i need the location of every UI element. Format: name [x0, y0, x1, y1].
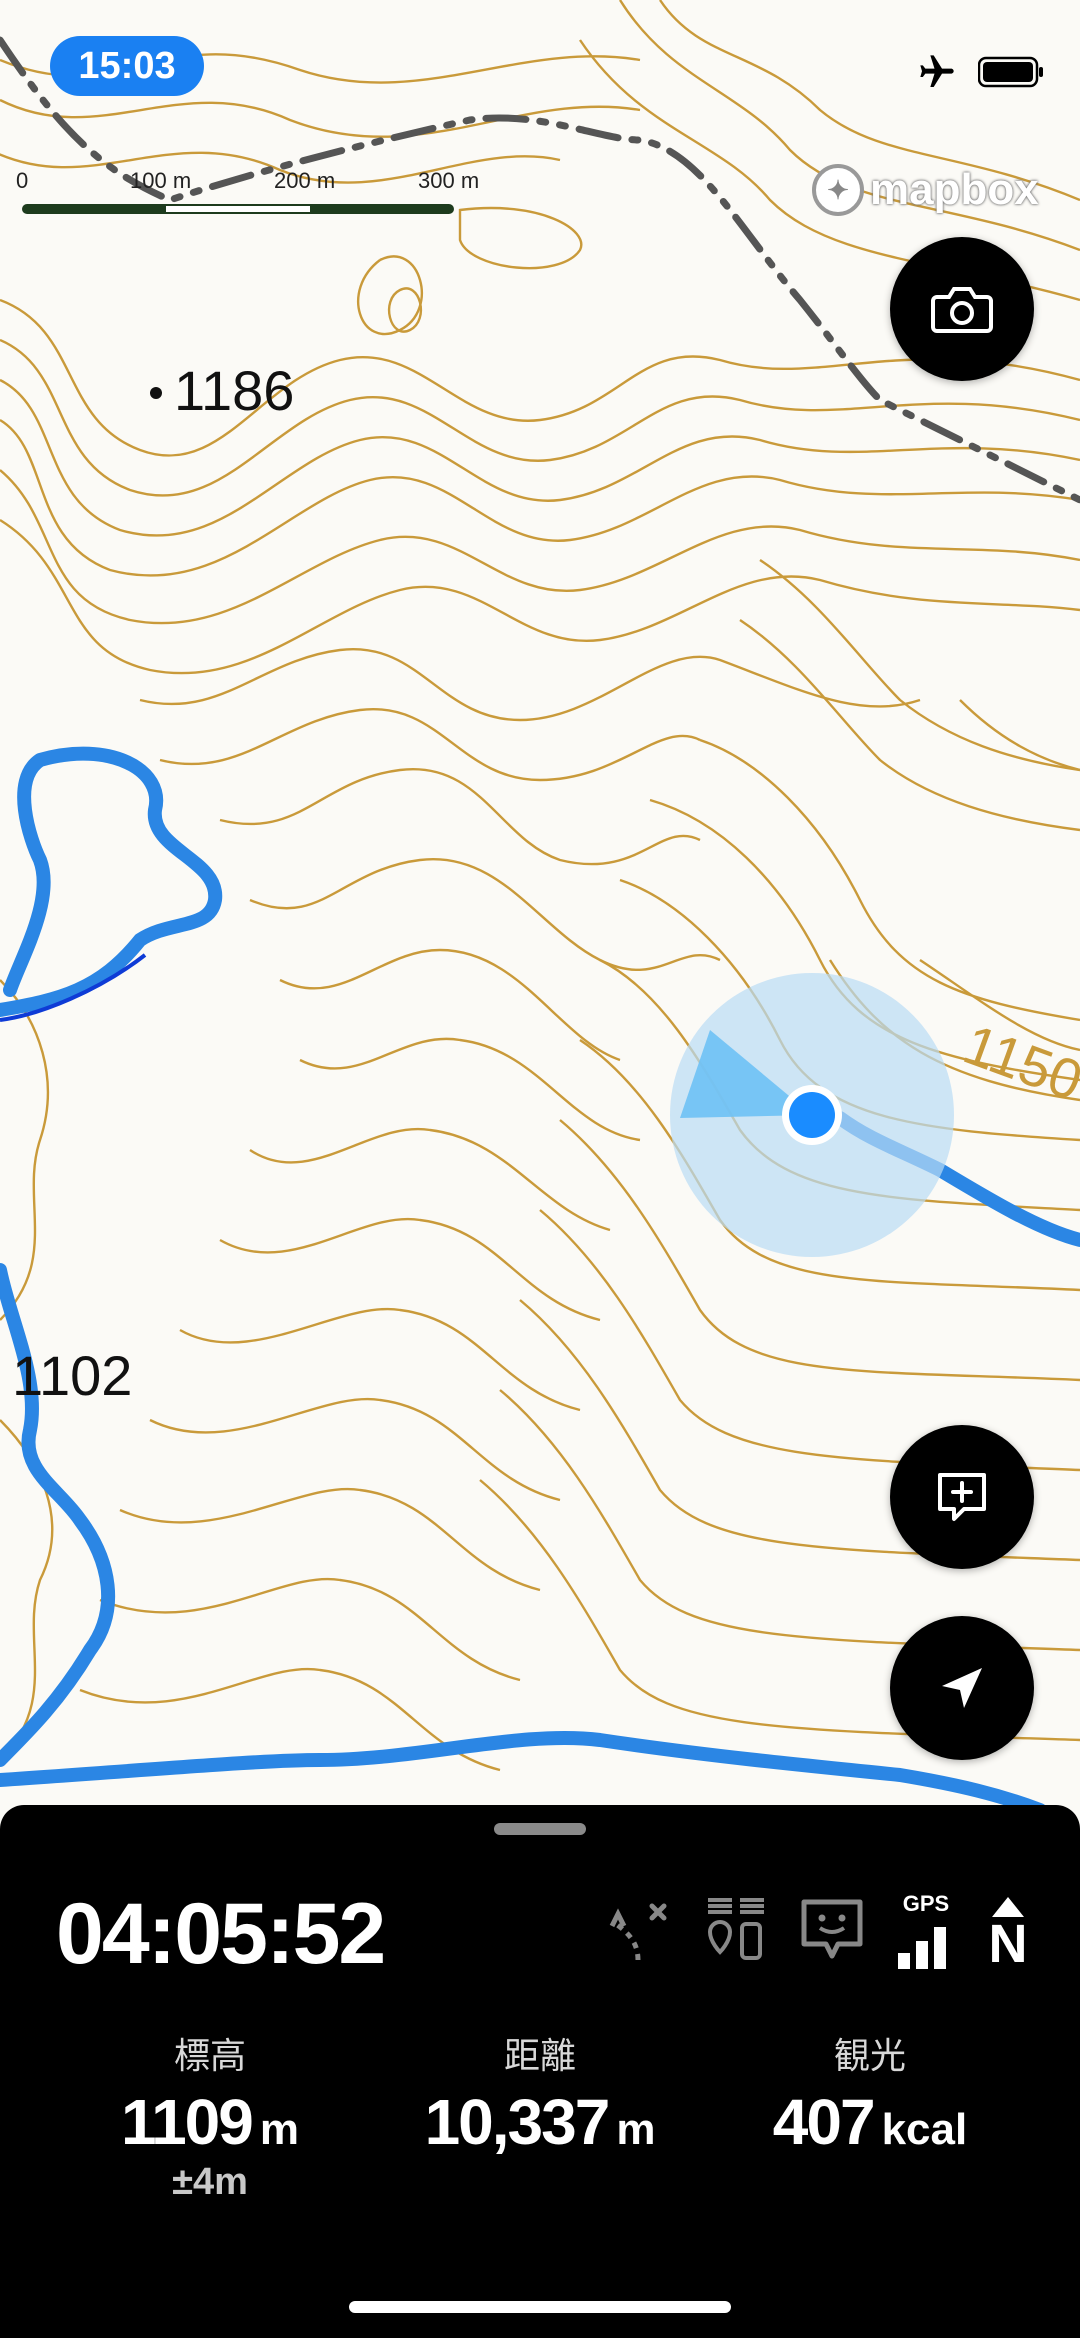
status-icons	[916, 52, 1044, 97]
sheet-handle[interactable]	[494, 1823, 586, 1835]
off-route-icon[interactable]	[608, 1894, 672, 1969]
elevation-accuracy: ±4m	[172, 2161, 248, 2203]
scale-label: 0	[16, 168, 29, 193]
home-indicator[interactable]	[349, 2301, 731, 2313]
mapbox-mark-icon: ✦	[812, 164, 864, 216]
elevation-unit: m	[259, 2105, 299, 2154]
calories-value-row: 407 kcal	[700, 2085, 1040, 2159]
distance-unit: m	[616, 2105, 656, 2154]
gps-label: GPS	[902, 1891, 950, 1916]
locate-button[interactable]	[890, 1616, 1034, 1760]
distance-value: 10,337	[424, 2086, 611, 2158]
tracking-sheet[interactable]: 04:05:52 GPS N 標高 1109 m ±4m 距離 10,337 m…	[0, 1805, 1080, 2338]
add-note-button[interactable]	[890, 1425, 1034, 1569]
location-marker	[670, 973, 954, 1257]
elevation-value: 1109	[121, 2086, 254, 2158]
waypoint-icon[interactable]	[704, 1894, 768, 1969]
battery-icon	[977, 56, 1044, 93]
mapbox-attribution: mapbox	[870, 165, 1039, 214]
location-arrow-icon	[942, 1668, 982, 1708]
airplane-icon	[916, 52, 958, 97]
scale-label: 300 m	[418, 168, 480, 193]
distance-label: 距離	[503, 2035, 576, 2076]
calories-stat: 観光 407 kcal	[700, 2027, 1040, 2159]
north-label: N	[988, 1914, 1028, 1974]
memo-face-icon[interactable]	[800, 1894, 864, 1969]
elevation-stat: 標高 1109 m ±4m	[40, 2027, 380, 2204]
camera-button[interactable]	[890, 237, 1034, 381]
mapbox-logo: ✦ mapbox	[812, 164, 1039, 216]
add-note-icon	[938, 1473, 986, 1521]
tracking-status-icons: GPS N	[608, 1891, 1028, 1974]
elevation-label-1186: 1186	[174, 359, 294, 422]
calories-label: 観光	[833, 2035, 906, 2076]
elapsed-time: 04:05:52	[56, 1886, 386, 1982]
status-time-pill[interactable]: 15:03	[50, 36, 204, 96]
distance-stat: 距離 10,337 m	[370, 2027, 710, 2159]
calories-unit: kcal	[881, 2105, 968, 2154]
elevation-label-1102: 1102	[12, 1344, 132, 1407]
scale-label: 100 m	[130, 168, 192, 193]
scale-label: 200 m	[274, 168, 336, 193]
north-up-icon[interactable]: N	[988, 1895, 1028, 1974]
distance-value-row: 10,337 m	[370, 2085, 710, 2159]
scale-line	[22, 204, 454, 214]
calories-value: 407	[772, 2086, 876, 2158]
elevation-label: 標高	[173, 2035, 246, 2076]
gps-signal-icon[interactable]: GPS	[896, 1891, 956, 1969]
elevation-value-row: 1109 m	[40, 2085, 380, 2159]
camera-icon	[931, 287, 993, 333]
